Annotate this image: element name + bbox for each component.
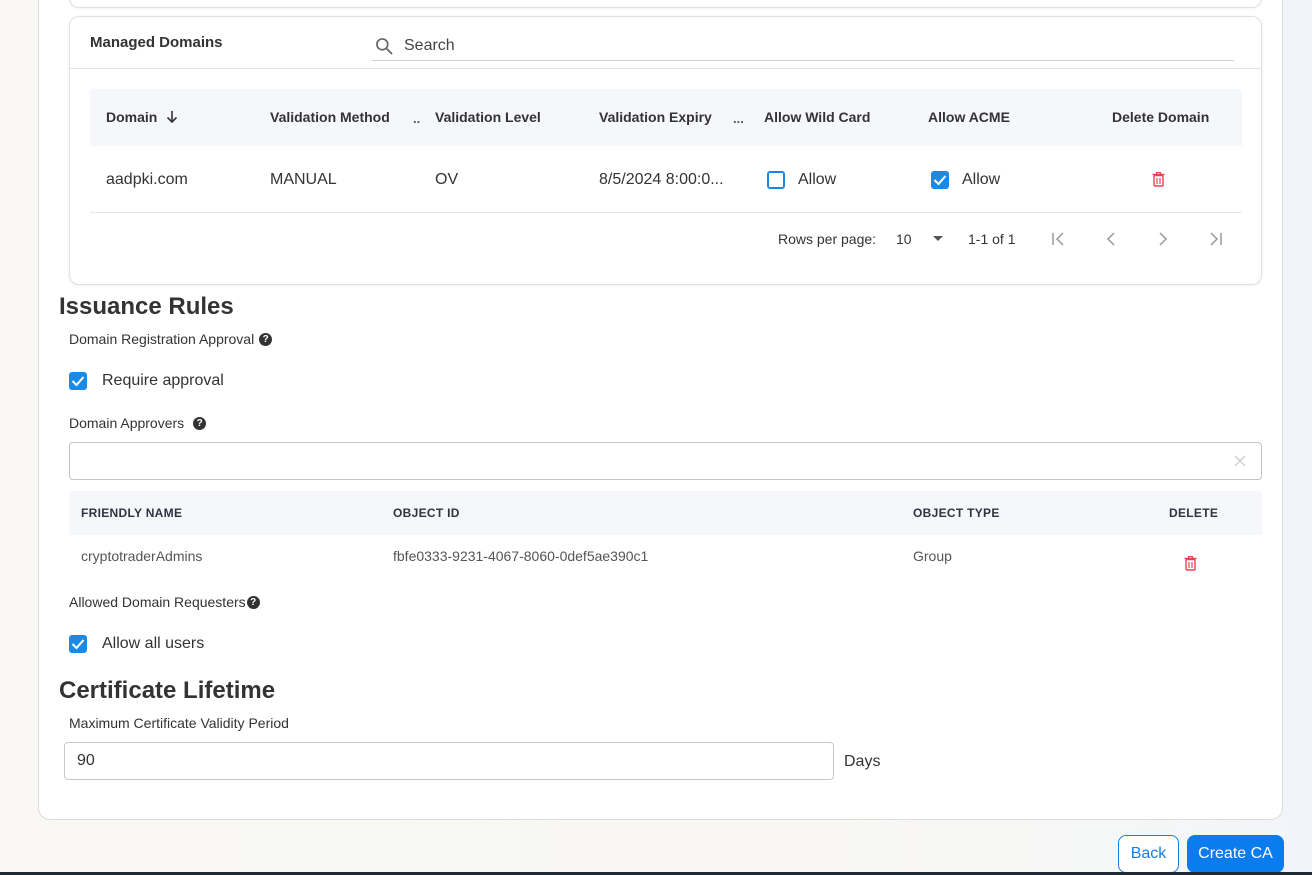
check-icon (933, 175, 947, 186)
back-button[interactable]: Back (1118, 835, 1179, 873)
column-header-allow-acme[interactable]: Allow ACME (928, 89, 1010, 146)
create-ca-button[interactable]: Create CA (1187, 835, 1284, 873)
domain-registration-approval-label: Domain Registration Approval ? (69, 331, 273, 347)
arrow-down-icon[interactable] (165, 110, 179, 124)
object-type-cell: Group (913, 548, 952, 564)
right-background-strip (1283, 0, 1312, 875)
column-header-domain[interactable]: Domain (106, 89, 179, 146)
managed-domains-card: Managed Domains Domain Validation Method… (69, 16, 1262, 285)
domain-approvers-label: Domain Approvers ? (69, 415, 207, 431)
column-menu-icon[interactable]: ... (733, 89, 744, 146)
require-approval-option[interactable]: Require approval (69, 372, 224, 390)
help-icon[interactable]: ? (193, 416, 207, 430)
check-icon (71, 376, 85, 387)
allow-wildcard-cell: Allow (767, 146, 836, 213)
approvers-table-header: FRIENDLY NAME OBJECT ID OBJECT TYPE DELE… (69, 491, 1262, 535)
allow-all-users-option[interactable]: Allow all users (69, 635, 204, 653)
validation-level-cell: OV (435, 171, 459, 188)
require-approval-checkbox[interactable] (69, 372, 87, 390)
page-range: 1-1 of 1 (968, 231, 1016, 247)
close-icon[interactable] (1233, 454, 1247, 468)
allowed-domain-requesters-label: Allowed Domain Requesters ? (69, 594, 260, 610)
days-unit-label: Days (844, 753, 881, 770)
validation-method-cell: MANUAL (270, 171, 337, 188)
domain-approvers-input[interactable] (80, 443, 1220, 479)
help-icon[interactable]: ? (259, 332, 273, 346)
table-row: cryptotraderAdmins fbfe0333-9231-4067-80… (69, 535, 1262, 579)
search-input[interactable] (404, 36, 1204, 55)
delete-domain-button[interactable] (1152, 171, 1165, 188)
max-validity-label: Maximum Certificate Validity Period (69, 715, 289, 731)
column-header-validation-level[interactable]: Validation Level (435, 89, 541, 146)
help-icon[interactable]: ? (246, 595, 260, 609)
allow-wildcard-checkbox[interactable] (767, 170, 785, 189)
column-header-delete-domain[interactable]: Delete Domain (1112, 89, 1209, 146)
next-page-icon[interactable] (1156, 231, 1170, 247)
previous-section-card (69, 0, 1262, 8)
domains-table-header: Domain Validation Method .. Validation L… (90, 89, 1242, 146)
check-icon (71, 639, 85, 650)
max-validity-input[interactable] (77, 743, 817, 779)
delete-approver-button[interactable] (1184, 555, 1197, 574)
friendly-name-cell: cryptotraderAdmins (81, 548, 203, 564)
divider (70, 68, 1261, 69)
last-page-icon[interactable] (1206, 231, 1224, 247)
rows-per-page-label: Rows per page: (778, 231, 877, 247)
allow-acme-checkbox[interactable] (931, 170, 949, 189)
pagination: Rows per page: 10 1-1 of 1 (90, 214, 1242, 264)
column-header-allow-wildcard[interactable]: Allow Wild Card (764, 89, 870, 146)
object-id-cell: fbfe0333-9231-4067-8060-0def5ae390c1 (393, 548, 649, 564)
max-validity-field[interactable] (64, 742, 834, 780)
allow-all-users-checkbox[interactable] (69, 635, 87, 653)
column-header-delete: DELETE (1169, 506, 1219, 520)
certificate-lifetime-title: Certificate Lifetime (59, 677, 276, 704)
domain-cell: aadpki.com (106, 171, 188, 188)
column-menu-icon[interactable]: .. (413, 89, 420, 146)
caret-down-icon (933, 236, 944, 241)
issuance-rules-title: Issuance Rules (59, 293, 234, 320)
trash-icon (1184, 555, 1197, 571)
domain-approvers-field[interactable] (69, 442, 1262, 480)
previous-page-icon[interactable] (1104, 231, 1118, 247)
allow-acme-cell: Allow (931, 146, 1000, 213)
first-page-icon[interactable] (1050, 231, 1068, 247)
rows-per-page-select[interactable]: 10 (896, 214, 944, 264)
trash-icon (1152, 171, 1165, 187)
search-icon (376, 37, 393, 54)
column-header-object-type: OBJECT TYPE (913, 506, 1000, 520)
column-header-validation-method[interactable]: Validation Method (270, 89, 390, 146)
table-row: aadpki.com MANUAL OV 8/5/2024 8:00:0... … (90, 146, 1242, 213)
column-header-object-id: OBJECT ID (393, 506, 460, 520)
column-header-validation-expiry[interactable]: Validation Expiry (599, 89, 712, 146)
validation-expiry-cell: 8/5/2024 8:00:0... (599, 171, 724, 188)
managed-domains-title: Managed Domains (90, 34, 223, 51)
domain-search[interactable] (372, 31, 1234, 61)
column-header-friendly-name: FRIENDLY NAME (81, 506, 183, 520)
